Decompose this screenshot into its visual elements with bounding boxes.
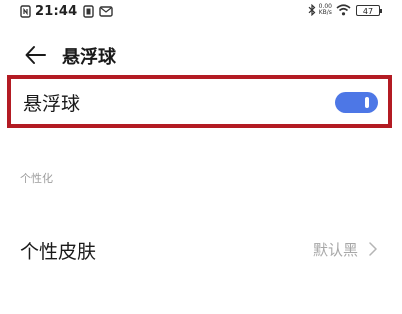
back-button[interactable]: [24, 44, 48, 66]
bluetooth-icon: [308, 4, 316, 16]
skin-label: 个性皮肤: [20, 241, 97, 263]
network-speed-unit: KB/s: [318, 9, 332, 16]
section-header-personalization: 个性化: [20, 172, 53, 185]
status-bar: 21:44 0.00 KB/s 47: [0, 0, 402, 26]
network-speed: 0.00 KB/s: [319, 4, 332, 16]
page-title: 悬浮球: [62, 47, 116, 68]
status-bar-left: 21:44: [20, 4, 114, 19]
header: 悬浮球: [0, 40, 402, 70]
chevron-right-icon: [369, 242, 377, 256]
status-time: 21:44: [35, 4, 78, 19]
back-arrow-icon: [25, 46, 46, 64]
notification-icon: [83, 5, 95, 18]
highlight-box: [7, 75, 392, 128]
status-bar-right: 0.00 KB/s 47: [308, 4, 382, 16]
wifi-icon: [336, 4, 351, 16]
mail-icon: [99, 6, 114, 17]
battery-icon: 47: [356, 4, 382, 16]
skin-value: 默认黑: [312, 241, 358, 259]
nfc-icon: [20, 5, 31, 18]
skin-row[interactable]: 个性皮肤 默认黑: [0, 225, 402, 273]
